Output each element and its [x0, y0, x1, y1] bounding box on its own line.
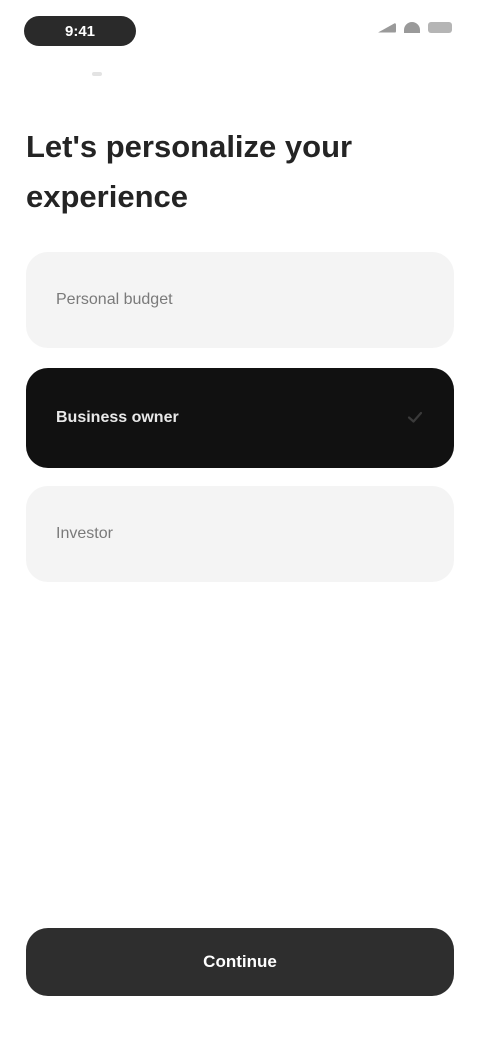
back-button[interactable] — [88, 68, 108, 82]
option-label: Personal budget — [56, 291, 173, 308]
status-icons — [378, 22, 452, 33]
signal-icon — [378, 22, 396, 33]
chevron-left-icon — [92, 72, 102, 76]
battery-icon — [428, 22, 452, 33]
status-time: 9:41 — [24, 16, 136, 46]
wifi-icon — [404, 22, 420, 33]
option-label: Business owner — [56, 409, 179, 426]
option-investor[interactable]: Investor — [26, 486, 454, 582]
page-title: Let's personalize your experience — [26, 129, 353, 214]
continue-button[interactable]: Continue — [26, 928, 454, 996]
option-label: Investor — [56, 525, 113, 542]
option-list: Personal budget Business owner Investor — [26, 252, 454, 602]
option-business-owner[interactable]: Business owner — [26, 368, 454, 468]
option-personal-budget[interactable]: Personal budget — [26, 252, 454, 348]
check-icon — [406, 408, 424, 426]
status-bar: 9:41 — [0, 0, 480, 64]
